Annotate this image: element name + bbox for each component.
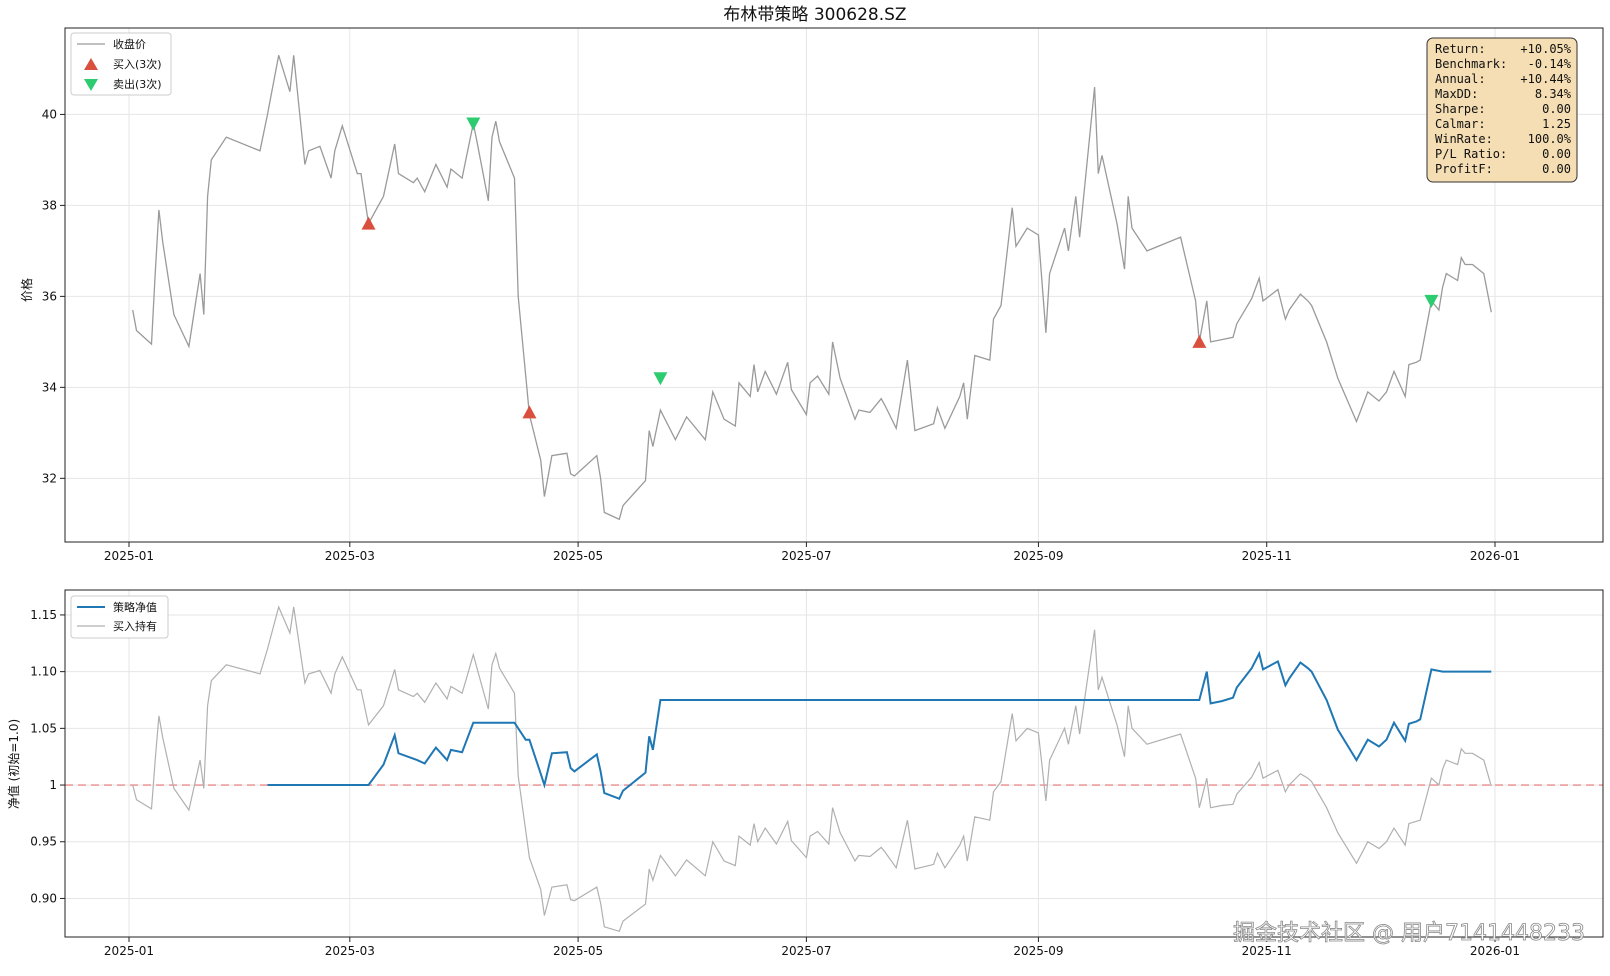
stats-label: MaxDD: bbox=[1435, 87, 1478, 101]
price-x-tick-label: 2025-11 bbox=[1242, 549, 1292, 563]
chart-figure: 布林带策略 300628.SZ 2025-01 2025-03 2025-05 202… bbox=[6, 5, 1604, 958]
equity-x-tick-label: 2025-01 bbox=[104, 944, 154, 958]
legend-buy-label: 买入(3次) bbox=[113, 57, 162, 71]
equity-x-tick-label: 2025-09 bbox=[1013, 944, 1063, 958]
price-y-tick-label: 38 bbox=[42, 198, 57, 212]
price-x-tick-label: 2025-03 bbox=[325, 549, 375, 563]
price-y-tick-label: 32 bbox=[42, 471, 57, 485]
equity-x-tick-label: 2025-03 bbox=[325, 944, 375, 958]
price-panel: 2025-01 2025-03 2025-05 2025-07 2025-09 2025-… bbox=[19, 27, 1604, 563]
legend-strategy-label: 策略净值 bbox=[113, 600, 157, 614]
price-x-tick-label: 2025-05 bbox=[553, 549, 603, 563]
price-legend: 收盘价 买入(3次) 卖出(3次) bbox=[70, 32, 172, 96]
equity-y-tick-label: 0.90 bbox=[30, 891, 57, 905]
legend-buyhold-label: 买入持有 bbox=[113, 619, 157, 633]
equity-panel: 2025-01 2025-03 2025-05 2025-07 2025-09 2025-… bbox=[6, 589, 1604, 958]
equity-y-tick-label: 1 bbox=[49, 778, 57, 792]
performance-stats-box: Return: +10.05% Benchmark: -0.14% Annual: +10… bbox=[1426, 37, 1578, 183]
stats-value: -0.14% bbox=[1528, 57, 1572, 71]
price-y-tick-label: 40 bbox=[42, 107, 57, 121]
equity-y-tick-label: 1.15 bbox=[30, 608, 57, 622]
price-x-tick-label: 2026-01 bbox=[1470, 549, 1520, 563]
stats-label: Benchmark: bbox=[1435, 57, 1507, 71]
price-y-tick-label: 36 bbox=[42, 289, 57, 303]
equity-y-tick-label: 1.05 bbox=[30, 721, 57, 735]
price-y-axis-label: 价格 bbox=[19, 278, 34, 302]
equity-x-tick-label: 2025-07 bbox=[781, 944, 831, 958]
stats-value: 0.00 bbox=[1542, 147, 1571, 161]
chart-root: 布林带策略 300628.SZ 2025-01 2025-03 2025-05 202… bbox=[0, 0, 1610, 972]
stats-value: +10.05% bbox=[1520, 42, 1571, 56]
stats-label: Calmar: bbox=[1435, 117, 1486, 131]
stats-value: +10.44% bbox=[1520, 72, 1571, 86]
stats-value: 8.34% bbox=[1535, 87, 1572, 101]
stats-label: Annual: bbox=[1435, 72, 1486, 86]
equity-legend: 策略净值 买入持有 bbox=[70, 595, 169, 639]
chart-title: 布林带策略 300628.SZ bbox=[723, 5, 906, 25]
stats-value: 100.0% bbox=[1528, 132, 1572, 146]
equity-y-tick-label: 1.10 bbox=[30, 665, 57, 679]
stats-value: 0.00 bbox=[1542, 162, 1571, 176]
stats-label: P/L Ratio: bbox=[1435, 147, 1507, 161]
equity-x-tick-label: 2025-05 bbox=[553, 944, 603, 958]
stats-value: 0.00 bbox=[1542, 102, 1571, 116]
equity-x-tick-label: 2025-11 bbox=[1242, 944, 1292, 958]
legend-sell-label: 卖出(3次) bbox=[113, 77, 162, 91]
stats-label: Sharpe: bbox=[1435, 102, 1486, 116]
stats-label: Return: bbox=[1435, 42, 1486, 56]
equity-y-axis-label: 净值 (初始=1.0) bbox=[6, 719, 21, 809]
legend-close-price-label: 收盘价 bbox=[113, 37, 146, 51]
equity-x-tick-label: 2026-01 bbox=[1470, 944, 1520, 958]
stats-value: 1.25 bbox=[1542, 117, 1571, 131]
stats-label: WinRate: bbox=[1435, 132, 1493, 146]
price-x-tick-label: 2025-07 bbox=[781, 549, 831, 563]
price-y-tick-label: 34 bbox=[42, 380, 57, 394]
equity-y-tick-label: 0.95 bbox=[30, 835, 57, 849]
price-x-tick-label: 2025-01 bbox=[104, 549, 154, 563]
price-x-tick-label: 2025-09 bbox=[1013, 549, 1063, 563]
equity-plot-area bbox=[65, 590, 1603, 937]
watermark: 掘金技术社区 @ 用户7141448233 bbox=[1233, 921, 1585, 946]
stats-label: ProfitF: bbox=[1435, 162, 1493, 176]
price-plot-area bbox=[65, 28, 1603, 542]
